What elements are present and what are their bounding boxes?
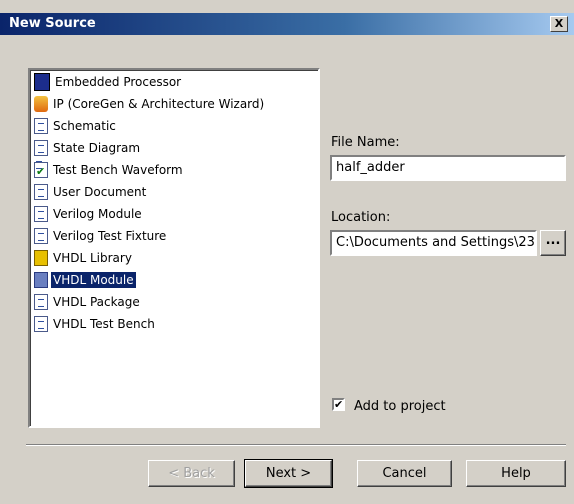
list-item-label: IP (CoreGen & Architecture Wizard) [53,97,265,111]
list-item-label: VHDL Package [53,295,140,309]
list-item-label: Verilog Test Fixture [53,229,167,243]
location-input[interactable]: C:\Documents and Settings\23 [330,230,537,256]
title-bar[interactable]: New Source X [0,13,574,35]
close-button[interactable]: X [550,16,568,32]
location-label: Location: [331,210,391,225]
list-item-state-diagram[interactable]: State Diagram [34,138,142,158]
state-diagram-icon [34,139,48,156]
back-button[interactable]: < Back [148,460,235,487]
list-item-label: User Document [53,185,147,199]
dialog-title: New Source [9,16,96,31]
user-document-icon [34,183,48,200]
footer-divider [26,444,566,446]
list-item-user-document[interactable]: User Document [34,182,148,202]
cancel-button[interactable]: Cancel [357,460,452,487]
list-item-schematic[interactable]: Schematic [34,116,118,136]
vhdl-module-icon [34,271,48,288]
list-item-test-bench-waveform[interactable]: Test Bench Waveform [34,160,185,180]
list-item-label: Schematic [53,119,116,133]
list-item-label: VHDL Test Bench [53,317,155,331]
list-item-ip[interactable]: IP (CoreGen & Architecture Wizard) [34,94,266,114]
list-item-label: VHDL Library [53,251,132,265]
ip-coregen-icon [34,95,48,112]
schematic-icon [34,117,48,134]
list-item-embedded-processor[interactable]: Embedded Processor [34,72,183,92]
file-name-label: File Name: [331,135,400,150]
test-bench-waveform-icon [34,160,48,178]
vhdl-test-bench-icon [34,315,48,332]
list-item-verilog-module[interactable]: Verilog Module [34,204,144,224]
list-item-label: State Diagram [53,141,141,155]
list-item-vhdl-package[interactable]: VHDL Package [34,292,142,312]
list-item-label: Test Bench Waveform [53,163,183,177]
list-item-verilog-test-fixture[interactable]: Verilog Test Fixture [34,226,168,246]
verilog-test-fixture-icon [34,227,48,244]
list-item-label: Verilog Module [53,207,142,221]
vhdl-package-icon [34,293,48,310]
add-to-project-label[interactable]: Add to project [354,399,446,414]
add-to-project-checkbox[interactable]: ✔ [332,398,345,411]
embedded-processor-icon [34,72,50,91]
list-item-label: VHDL Module [51,272,136,288]
list-item-vhdl-library[interactable]: VHDL Library [34,248,134,268]
help-button[interactable]: Help [466,460,566,487]
file-name-input[interactable]: half_adder [330,155,566,181]
list-item-vhdl-test-bench[interactable]: VHDL Test Bench [34,314,157,334]
verilog-module-icon [34,205,48,222]
source-type-list[interactable]: Embedded Processor IP (CoreGen & Archite… [28,68,320,428]
next-button[interactable]: Next > [244,459,333,488]
vhdl-library-icon [34,249,48,266]
list-item-vhdl-module[interactable]: VHDL Module [34,270,136,290]
list-item-label: Embedded Processor [55,75,182,89]
browse-button[interactable]: ... [540,230,566,256]
